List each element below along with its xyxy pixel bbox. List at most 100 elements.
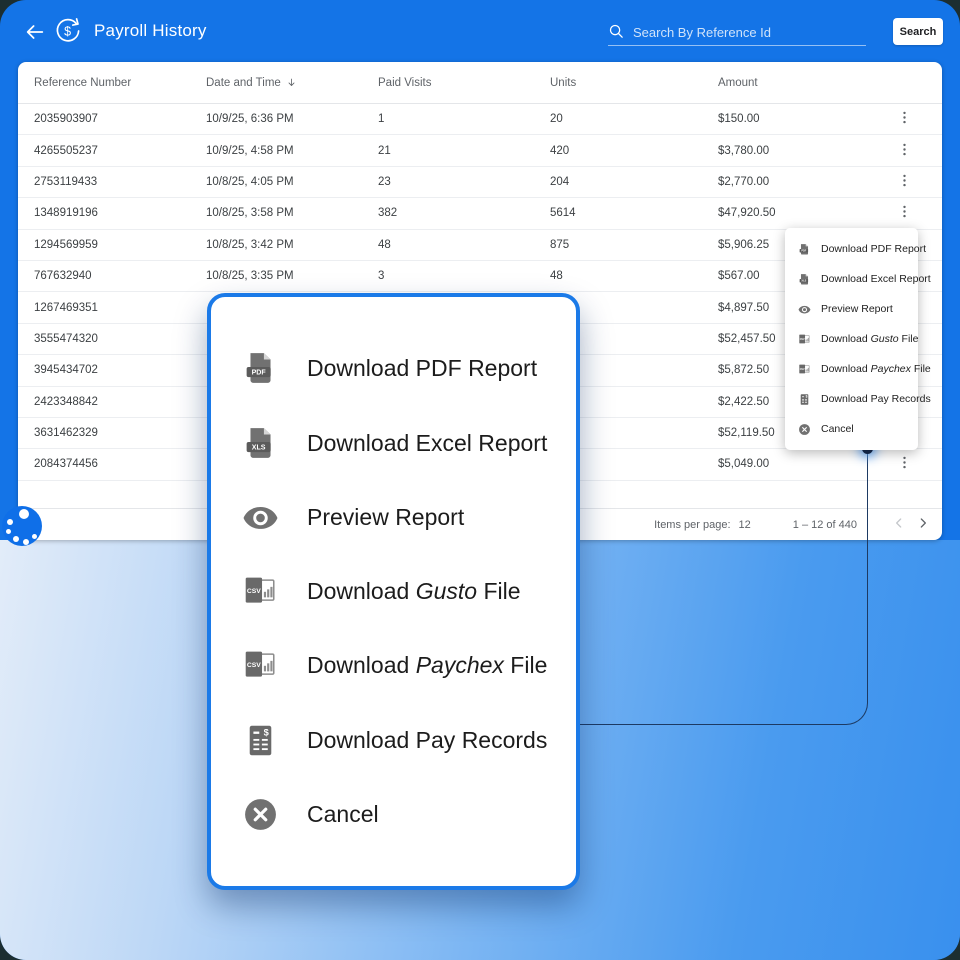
back-arrow-icon[interactable]: [24, 21, 46, 43]
popup-item-label: Download PDF Report: [307, 355, 537, 382]
cell-date: 10/8/25, 3:42 PM: [206, 239, 294, 251]
popup-item-preview-report[interactable]: Preview Report: [211, 499, 576, 536]
cell-visits: 48: [378, 239, 391, 251]
cell-units: 875: [550, 239, 569, 251]
cell-date: 10/8/25, 3:35 PM: [206, 270, 294, 282]
cell-visits: 21: [378, 145, 391, 157]
menu-item-download-paychex-file[interactable]: Download Paychex File: [785, 354, 918, 384]
menu-item-label: Download PDF Report: [821, 243, 926, 255]
sort-descending-icon: [286, 77, 297, 88]
cell-reference: 2035903907: [34, 113, 98, 125]
cell-units: 20: [550, 113, 563, 125]
cell-date: 10/8/25, 3:58 PM: [206, 207, 294, 219]
cell-reference: 3945434702: [34, 364, 98, 376]
search-button[interactable]: Search: [893, 18, 943, 45]
cell-amount: $5,872.50: [718, 364, 769, 376]
table-row: 1348919196 10/8/25, 3:58 PM 382 5614 $47…: [18, 198, 942, 229]
cell-reference: 3555474320: [34, 333, 98, 345]
decorative-dotted-circle: [2, 506, 42, 546]
table-row: 2035903907 10/9/25, 6:36 PM 1 20 $150.00: [18, 104, 942, 135]
next-page-chevron-icon[interactable]: [911, 513, 935, 537]
page-title: Payroll History: [94, 21, 207, 41]
cell-reference: 767632940: [34, 270, 92, 282]
menu-item-label: Preview Report: [821, 303, 893, 315]
cell-reference: 2423348842: [34, 396, 98, 408]
cell-reference: 1294569959: [34, 239, 98, 251]
xls-file-icon: [242, 425, 279, 462]
cell-date: 10/8/25, 4:05 PM: [206, 176, 294, 188]
table-header-row: Reference Number Date and Time Paid Visi…: [18, 62, 942, 104]
cell-amount: $5,906.25: [718, 239, 769, 251]
cell-date: 10/9/25, 4:58 PM: [206, 145, 294, 157]
menu-item-label: Download Excel Report: [821, 273, 931, 285]
cell-visits: 3: [378, 270, 384, 282]
col-header-visits: Paid Visits: [378, 77, 431, 89]
cancel-icon: [798, 423, 811, 436]
menu-item-download-pay-records[interactable]: Download Pay Records: [785, 384, 918, 414]
cell-visits: 1: [378, 113, 384, 125]
cell-amount: $567.00: [718, 270, 760, 282]
csv-file-icon: [798, 363, 811, 376]
payroll-dollar-refresh-icon: [52, 15, 84, 47]
popup-item-download-pdf-report[interactable]: Download PDF Report: [211, 350, 576, 387]
search-input[interactable]: [633, 25, 866, 40]
row-actions-kebab-icon[interactable]: [892, 139, 916, 163]
cell-amount: $47,920.50: [718, 207, 776, 219]
cell-units: 48: [550, 270, 563, 282]
row-actions-kebab-icon[interactable]: [892, 170, 916, 194]
pdf-file-icon: [798, 243, 811, 256]
row-actions-kebab-icon[interactable]: [892, 201, 916, 225]
menu-item-label: Download Pay Records: [821, 393, 931, 405]
csv-file-icon: [242, 573, 279, 610]
popup-item-label: Preview Report: [307, 504, 464, 531]
menu-item-label: Cancel: [821, 423, 854, 435]
col-header-date[interactable]: Date and Time: [206, 77, 297, 89]
col-header-date-label: Date and Time: [206, 77, 281, 89]
popup-item-label: Download Excel Report: [307, 430, 547, 457]
payroll-history-screen: Payroll History Search Reference Number …: [0, 0, 960, 960]
cell-amount: $150.00: [718, 113, 760, 125]
popup-item-label: Download Paychex File: [307, 652, 547, 679]
menu-item-cancel[interactable]: Cancel: [785, 414, 918, 444]
cell-reference: 1267469351: [34, 302, 98, 314]
app-header: Payroll History Search: [0, 0, 960, 62]
popup-item-download-gusto-file[interactable]: Download Gusto File: [211, 573, 576, 610]
popup-item-download-excel-report[interactable]: Download Excel Report: [211, 425, 576, 462]
menu-item-preview-report[interactable]: Preview Report: [785, 294, 918, 324]
table-row: 4265505237 10/9/25, 4:58 PM 21 420 $3,78…: [18, 135, 942, 166]
pdf-file-icon: [242, 350, 279, 387]
cell-amount: $52,119.50: [718, 427, 775, 439]
callout-connector-line: [580, 449, 868, 725]
popup-item-label: Download Gusto File: [307, 578, 521, 605]
pay-records-icon: [798, 393, 811, 406]
cell-amount: $2,422.50: [718, 396, 769, 408]
cell-units: 420: [550, 145, 569, 157]
menu-item-download-gusto-file[interactable]: Download Gusto File: [785, 324, 918, 354]
table-row: 2753119433 10/8/25, 4:05 PM 23 204 $2,77…: [18, 167, 942, 198]
cell-reference: 1348919196: [34, 207, 98, 219]
row-actions-kebab-icon[interactable]: [892, 107, 916, 131]
popup-item-download-paychex-file[interactable]: Download Paychex File: [211, 647, 576, 684]
cell-reference: 3631462329: [34, 427, 98, 439]
cell-date: 10/9/25, 6:36 PM: [206, 113, 294, 125]
popup-item-download-pay-records[interactable]: Download Pay Records: [211, 722, 576, 759]
popup-item-label: Cancel: [307, 801, 379, 828]
menu-item-download-pdf-report[interactable]: Download PDF Report: [785, 234, 918, 264]
row-actions-context-menu: Download PDF Report Download Excel Repor…: [785, 228, 918, 450]
popup-item-label: Download Pay Records: [307, 727, 547, 754]
previous-page-chevron-icon[interactable]: [887, 513, 911, 537]
col-header-amount: Amount: [718, 77, 758, 89]
row-actions-kebab-icon[interactable]: [892, 452, 916, 476]
popup-item-cancel[interactable]: Cancel: [211, 796, 576, 833]
search-field[interactable]: [608, 16, 866, 46]
menu-item-download-excel-report[interactable]: Download Excel Report: [785, 264, 918, 294]
cell-amount: $52,457.50: [718, 333, 776, 345]
cell-units: 204: [550, 176, 569, 188]
cell-reference: 2753119433: [34, 176, 97, 188]
col-header-reference: Reference Number: [34, 77, 131, 89]
cell-amount: $3,780.00: [718, 145, 769, 157]
pay-records-icon: [242, 722, 279, 759]
cancel-icon: [242, 796, 279, 833]
cell-reference: 4265505237: [34, 145, 98, 157]
cell-visits: 23: [378, 176, 391, 188]
